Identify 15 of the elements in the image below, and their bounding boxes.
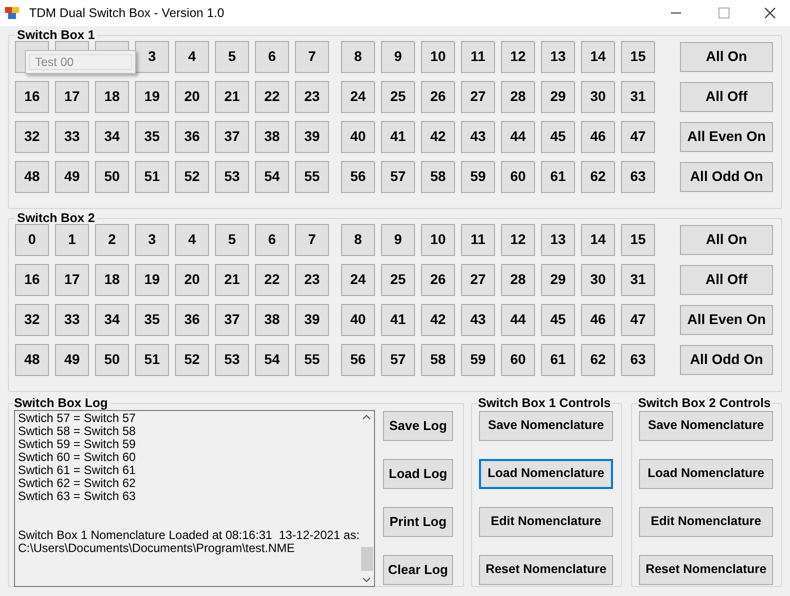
group-title: Switch Box 1 — [16, 27, 96, 44]
group-title: Switch Box 2 Controls — [637, 395, 772, 412]
log-line: Switch Box 1 Nomenclature Loaded at 08:16:31 13-12-2021 as: — [18, 528, 360, 542]
log-line: Swtich 58 = Switch 58 — [18, 424, 136, 438]
log-line: Swtich 57 = Switch 57 — [18, 412, 136, 425]
group-title: Switch Box 1 Controls — [477, 395, 612, 412]
log-line: Swtich 61 = Switch 61 — [18, 464, 136, 477]
window-title: TDM Dual Switch Box - Version 1.0 — [29, 4, 224, 22]
log-line: Swtich 63 = Switch 63 — [18, 490, 136, 503]
log-line: Swtich 62 = Switch 62 — [18, 476, 136, 490]
log-line: Swtich 60 = Switch 60 — [18, 450, 136, 464]
log-line: C:\Users\Documents\Documents\Program\test.NME — [18, 542, 295, 555]
group-title: Switch Box Log — [13, 395, 109, 412]
tooltip-field: Test 00 — [29, 54, 132, 70]
log-line: Swtich 59 = Switch 59 — [18, 438, 136, 451]
